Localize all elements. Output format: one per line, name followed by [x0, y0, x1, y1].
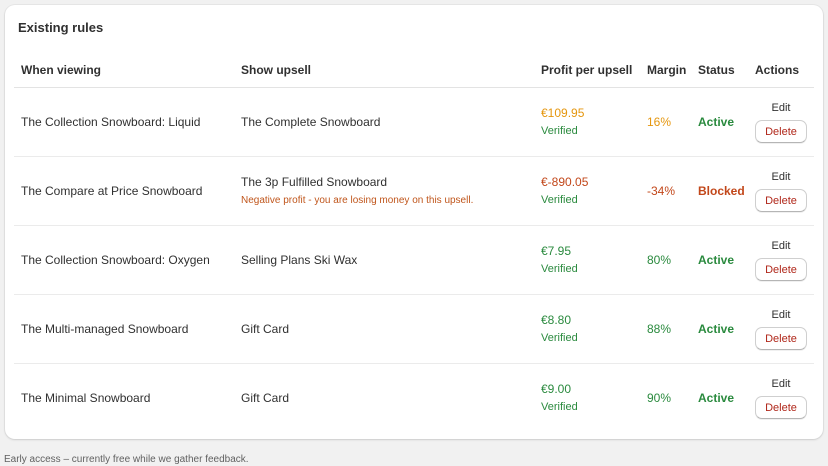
upsell-product: Gift Card [241, 390, 290, 405]
when-viewing-cell: The Multi-managed Snowboard [14, 294, 234, 364]
when-viewing-cell: The Minimal Snowboard [21, 390, 151, 405]
verified-label: Verified [541, 332, 578, 344]
actions-cell: Edit Delete [748, 156, 814, 226]
margin-cell: 80% [640, 225, 691, 295]
profit-amount: €9.00 [541, 382, 572, 397]
verified-label: Verified [541, 263, 578, 275]
actions-cell: Edit Delete [748, 87, 814, 157]
existing-rules-card: Existing rules When viewing Show upsell … [5, 5, 823, 439]
table-row: The Minimal Snowboard Gift Card €9.00 Ve… [14, 363, 814, 432]
when-viewing-cell: The Compare at Price Snowboard [14, 156, 234, 226]
status-badge: Active [691, 87, 748, 157]
when-viewing-cell: The Collection Snowboard: Liquid [14, 87, 234, 157]
card-title: Existing rules [18, 20, 104, 35]
margin-cell: 88% [640, 294, 691, 364]
upsell-product: The 3p Fulfilled Snowboard [241, 175, 388, 189]
status-badge: Active [691, 225, 748, 295]
edit-button[interactable]: Edit [768, 100, 795, 116]
delete-button[interactable]: Delete [755, 258, 807, 281]
table-header-row: When viewing Show upsell Profit per upse… [14, 53, 814, 88]
negative-profit-warning: Negative profit - you are losing money o… [241, 195, 474, 206]
profit-amount: €-890.05 [541, 175, 589, 189]
table-row: The Compare at Price Snowboard The 3p Fu… [14, 156, 814, 226]
profit-cell: €109.95 Verified [534, 87, 640, 157]
show-upsell-cell: Selling Plans Ski Wax [234, 225, 534, 295]
table-row: The Multi-managed Snowboard Gift Card €8… [14, 294, 814, 364]
delete-button[interactable]: Delete [755, 120, 807, 143]
edit-button[interactable]: Edit [768, 376, 795, 392]
profit-cell: €7.95 Verified [534, 225, 640, 295]
actions-cell: Edit Delete [748, 225, 814, 295]
rules-table: When viewing Show upsell Profit per upse… [14, 53, 814, 432]
show-upsell-cell: The Complete Snowboard [234, 87, 534, 157]
delete-button[interactable]: Delete [755, 396, 807, 420]
header-margin: Margin [640, 53, 691, 88]
profit-cell: €-890.05 Verified [534, 156, 640, 226]
delete-button[interactable]: Delete [755, 327, 807, 350]
edit-button[interactable]: Edit [768, 307, 795, 323]
when-viewing-cell: The Collection Snowboard: Oxygen [14, 225, 234, 295]
status-badge: Active [691, 294, 748, 364]
edit-button[interactable]: Edit [768, 238, 795, 254]
header-actions: Actions [748, 53, 814, 88]
header-show-upsell: Show upsell [234, 53, 534, 88]
early-access-note: Early access – currently free while we g… [4, 454, 249, 465]
upsell-product: Selling Plans Ski Wax [241, 252, 358, 267]
header-when-viewing: When viewing [14, 53, 234, 88]
show-upsell-cell: Gift Card [234, 294, 534, 364]
profit-amount: €109.95 [541, 106, 585, 120]
show-upsell-cell: Gift Card [234, 363, 534, 432]
actions-cell: Edit Delete [748, 363, 814, 432]
upsell-product: Gift Card [241, 321, 290, 336]
upsell-product: The Complete Snowboard [241, 114, 381, 129]
edit-button[interactable]: Edit [768, 169, 795, 185]
actions-cell: Edit Delete [748, 294, 814, 364]
header-status: Status [691, 53, 748, 88]
verified-label: Verified [541, 194, 578, 206]
margin-cell: 16% [640, 87, 691, 157]
profit-cell: €8.80 Verified [534, 294, 640, 364]
table-row: The Collection Snowboard: Oxygen Selling… [14, 225, 814, 295]
verified-label: Verified [541, 125, 578, 137]
verified-label: Verified [541, 401, 578, 414]
header-profit: Profit per upsell [534, 53, 640, 88]
show-upsell-cell: The 3p Fulfilled Snowboard Negative prof… [234, 156, 534, 226]
table-row: The Collection Snowboard: Liquid The Com… [14, 87, 814, 157]
profit-amount: €7.95 [541, 244, 572, 258]
profit-cell: €9.00 Verified [534, 363, 640, 432]
status-badge: Blocked [691, 156, 748, 226]
margin-cell: -34% [640, 156, 691, 226]
status-badge: Active [698, 390, 735, 405]
delete-button[interactable]: Delete [755, 189, 807, 212]
margin-cell: 90% [647, 390, 672, 405]
profit-amount: €8.80 [541, 313, 572, 327]
